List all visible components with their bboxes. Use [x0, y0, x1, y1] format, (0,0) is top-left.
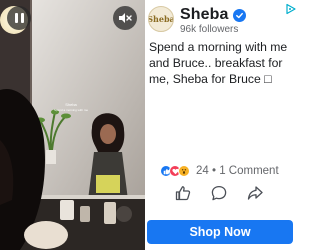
like-icon — [175, 186, 191, 201]
sheba-ad[interactable]: Sheba Spend a morning with me Sheba Sheb… — [0, 0, 300, 250]
pause-button[interactable] — [7, 6, 31, 30]
video-player[interactable]: Sheba Spend a morning with me — [0, 0, 145, 250]
brand-header: Sheba — [180, 6, 246, 24]
reaction-comment-count: 24 • 1 Comment — [196, 165, 279, 177]
post-text: Spend a morning with me and Bruce.. brea… — [149, 40, 288, 86]
follower-count: 96k followers — [180, 24, 239, 35]
brand-logo[interactable]: Sheba — [148, 6, 174, 32]
wow-reaction-icon — [178, 165, 190, 177]
reactions-summary[interactable]: 24 • 1 Comment — [160, 165, 279, 177]
share-button[interactable] — [244, 182, 266, 204]
share-icon — [247, 186, 263, 200]
mirror-text-bottom: Spend a morning with me — [54, 108, 88, 112]
mirror-text-top: Sheba — [65, 102, 77, 107]
video-frame: Sheba Spend a morning with me — [0, 0, 145, 250]
pause-icon — [14, 13, 18, 23]
like-button[interactable] — [172, 182, 194, 204]
adchoices-icon[interactable] — [285, 2, 297, 20]
mute-icon — [119, 13, 132, 23]
shop-now-button[interactable]: Shop Now — [147, 220, 293, 244]
comment-icon — [211, 185, 227, 201]
action-bar — [170, 182, 270, 204]
brand-logo-text: Sheba — [148, 14, 174, 24]
verified-icon — [232, 8, 246, 22]
reaction-icons — [160, 165, 190, 177]
brand-name[interactable]: Sheba — [180, 6, 229, 24]
mute-button[interactable] — [113, 6, 137, 30]
comment-button[interactable] — [208, 182, 230, 204]
